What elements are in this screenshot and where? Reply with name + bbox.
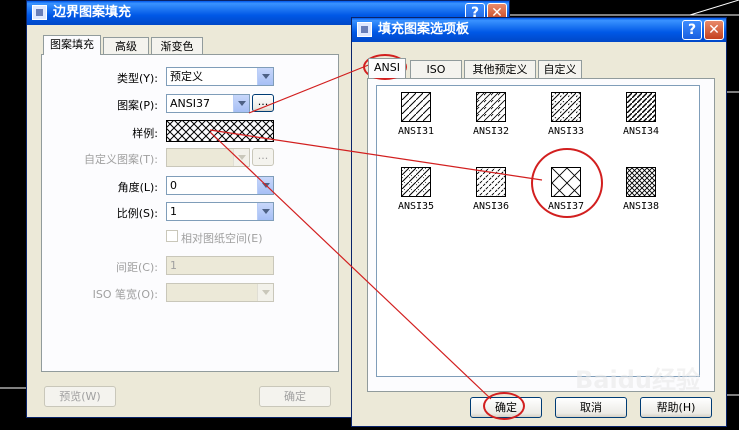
tab-iso[interactable]: ISO bbox=[410, 60, 462, 78]
angle-label: 角度(L): bbox=[117, 181, 158, 194]
custom-browse-button: ... bbox=[252, 148, 274, 166]
scale-value: 1 bbox=[170, 205, 177, 218]
hatch-palette-titlebar[interactable]: 填充图案选项板 ? ✕ bbox=[352, 18, 726, 42]
app-icon bbox=[32, 5, 47, 20]
relative-paper-label: 相对图纸空间(E) bbox=[181, 232, 263, 245]
chevron-down-icon[interactable] bbox=[257, 203, 273, 220]
tab-ansi[interactable]: ANSI bbox=[368, 58, 406, 78]
pattern-ansi31[interactable] bbox=[401, 92, 431, 122]
angle-value: 0 bbox=[170, 179, 177, 192]
tab-other-predefined[interactable]: 其他预定义 bbox=[464, 60, 536, 78]
close-title-button[interactable]: ✕ bbox=[704, 20, 724, 40]
pattern-ansi36[interactable] bbox=[476, 167, 506, 197]
palette-cancel-button[interactable]: 取消 bbox=[555, 397, 627, 418]
pattern-ansi32[interactable] bbox=[476, 92, 506, 122]
chevron-down-icon bbox=[233, 149, 249, 166]
pattern-ansi36-label: ANSI36 bbox=[472, 201, 510, 212]
pattern-ansi33-label: ANSI33 bbox=[547, 126, 585, 137]
boundary-hatch-title: 边界图案填充 bbox=[53, 5, 132, 20]
help-title-button[interactable]: ? bbox=[682, 20, 702, 40]
custom-pattern-label: 自定义图案(T): bbox=[83, 153, 158, 166]
iso-pen-width-label: ISO 笔宽(O): bbox=[92, 288, 158, 301]
app-icon bbox=[357, 22, 372, 37]
sample-preview[interactable] bbox=[166, 120, 274, 142]
pattern-browse-button[interactable]: ... bbox=[252, 94, 274, 112]
tab-custom[interactable]: 自定义 bbox=[538, 60, 582, 78]
pattern-ansi38-label: ANSI38 bbox=[622, 201, 660, 212]
angle-select[interactable]: 0 bbox=[166, 176, 274, 195]
chevron-down-icon[interactable] bbox=[257, 68, 273, 85]
spacing-label: 间距(C): bbox=[116, 261, 158, 274]
pattern-label: 图案(P): bbox=[117, 99, 158, 112]
pattern-value: ANSI37 bbox=[170, 97, 210, 110]
tab-gradient[interactable]: 渐变色 bbox=[151, 37, 203, 55]
tab-advanced[interactable]: 高级 bbox=[103, 37, 149, 55]
type-value: 预定义 bbox=[170, 70, 203, 83]
iso-pen-width-select bbox=[166, 283, 274, 302]
pattern-ansi35[interactable] bbox=[401, 167, 431, 197]
type-label: 类型(Y): bbox=[116, 72, 158, 85]
pattern-ansi34[interactable] bbox=[626, 92, 656, 122]
hatch-palette-title: 填充图案选项板 bbox=[378, 22, 470, 37]
pattern-ansi34-label: ANSI34 bbox=[622, 126, 660, 137]
annotation-ring-ansi37 bbox=[531, 148, 603, 218]
hatch-panel: 类型(Y): 预定义 图案(P): ANSI37 ... 样例: 自定义图案(T… bbox=[41, 54, 339, 372]
left-ok-button: 确定 bbox=[259, 386, 331, 407]
annotation-ring-ok bbox=[483, 392, 525, 420]
spacing-value: 1 bbox=[170, 259, 177, 272]
pattern-grid: ANSI31 ANSI32 ANSI33 ANSI34 ANSI35 ANSI3… bbox=[376, 85, 700, 377]
scale-select[interactable]: 1 bbox=[166, 202, 274, 221]
spacing-input: 1 bbox=[166, 256, 274, 275]
pattern-select[interactable]: ANSI37 bbox=[166, 94, 250, 113]
sample-label: 样例: bbox=[132, 127, 158, 140]
chevron-down-icon bbox=[257, 284, 273, 301]
watermark: Baidu经验 bbox=[575, 366, 700, 394]
chevron-down-icon[interactable] bbox=[233, 95, 249, 112]
tab-hatch[interactable]: 图案填充 bbox=[43, 35, 101, 55]
palette-help-button[interactable]: 帮助(H) bbox=[640, 397, 712, 418]
relative-paper-checkbox bbox=[166, 230, 178, 242]
pattern-panel: ANSI31 ANSI32 ANSI33 ANSI34 ANSI35 ANSI3… bbox=[367, 78, 715, 392]
type-select[interactable]: 预定义 bbox=[166, 67, 274, 86]
pattern-ansi38[interactable] bbox=[626, 167, 656, 197]
preview-button: 预览(W) bbox=[44, 386, 116, 407]
chevron-down-icon[interactable] bbox=[257, 177, 273, 194]
pattern-ansi35-label: ANSI35 bbox=[397, 201, 435, 212]
custom-pattern-select bbox=[166, 148, 250, 167]
pattern-ansi33[interactable] bbox=[551, 92, 581, 122]
pattern-ansi31-label: ANSI31 bbox=[397, 126, 435, 137]
scale-label: 比例(S): bbox=[116, 207, 158, 220]
pattern-ansi32-label: ANSI32 bbox=[472, 126, 510, 137]
